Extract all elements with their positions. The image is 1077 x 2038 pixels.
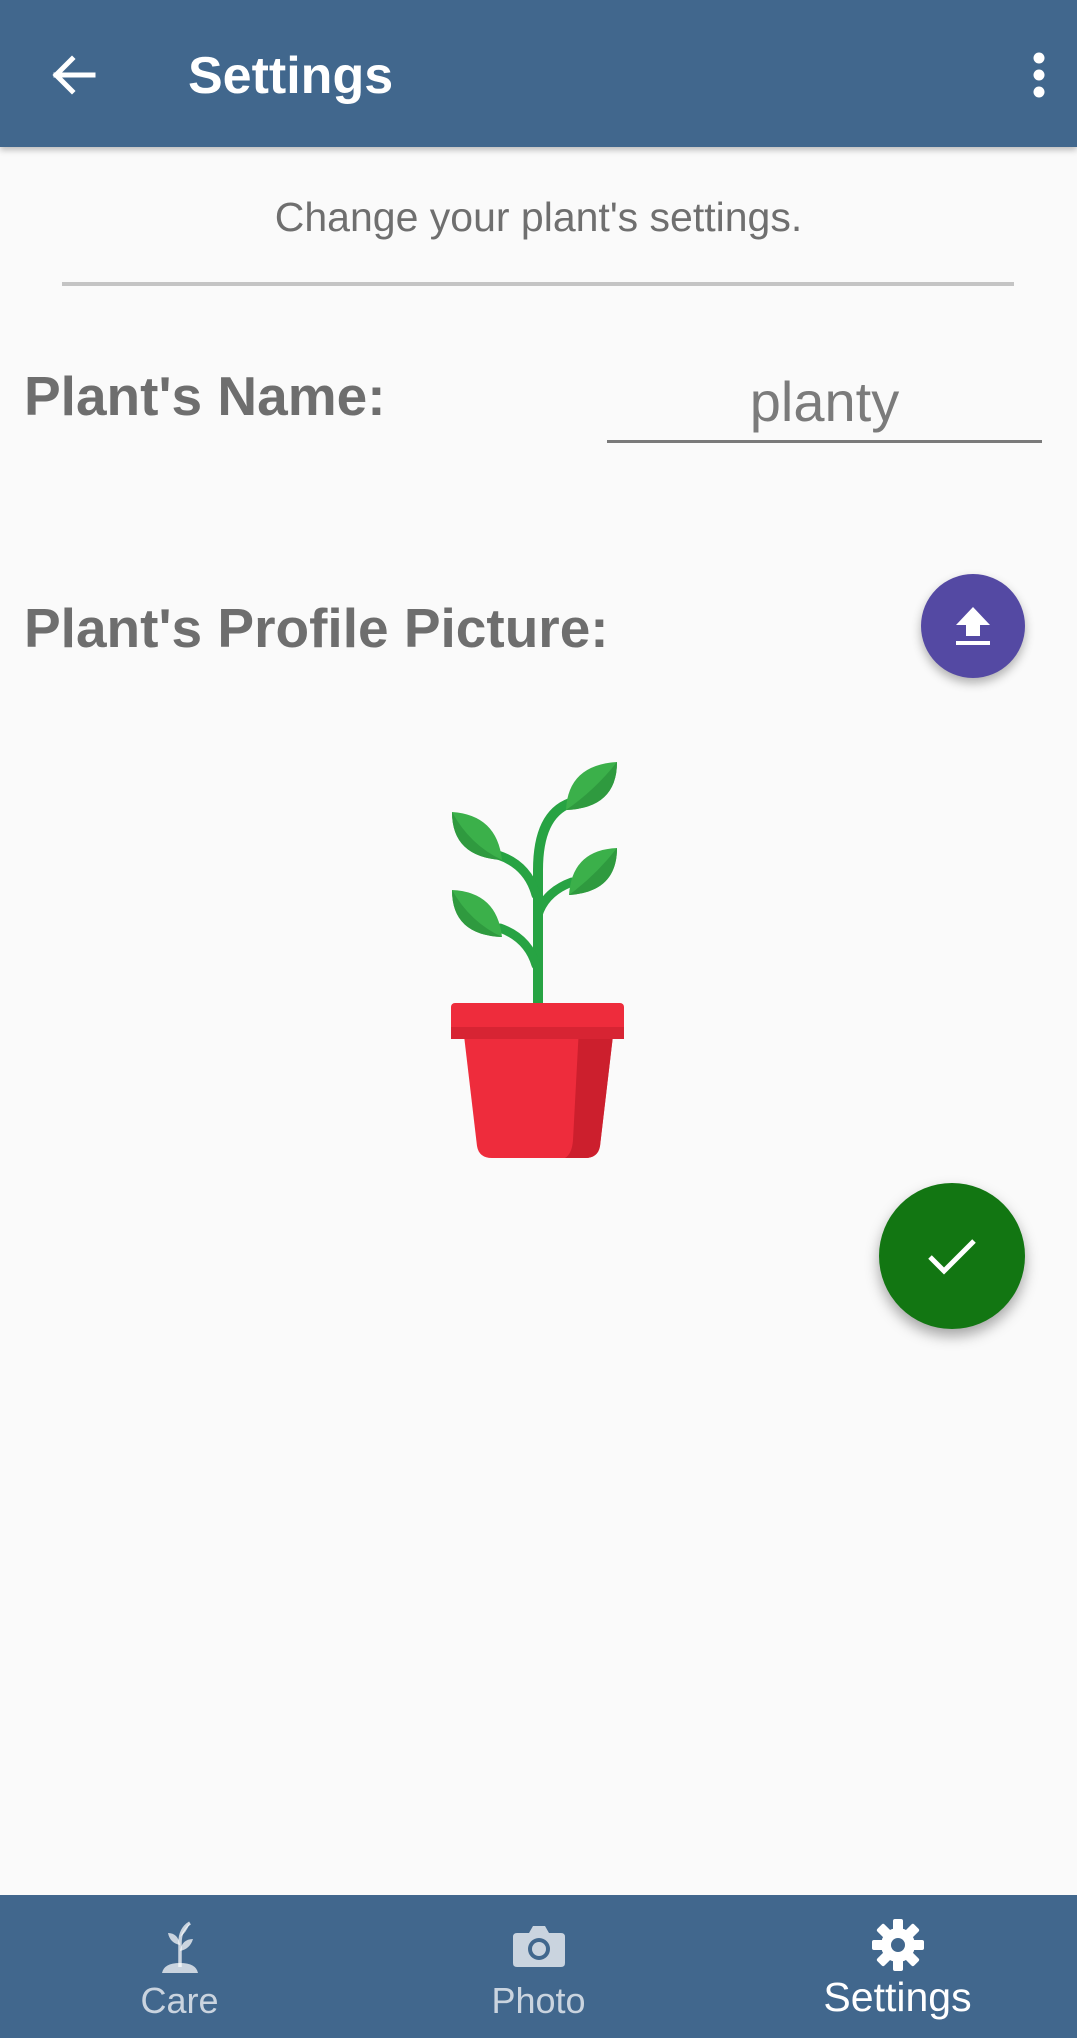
plant-name-label: Plant's Name: [24,365,386,427]
camera-icon [512,1926,565,1967]
nav-label-settings: Settings [823,1974,972,2020]
nav-label-photo: Photo [491,1980,586,2021]
profile-picture-label: Plant's Profile Picture: [24,597,609,659]
sprout-icon [161,1921,198,1973]
plant-name-input[interactable] [607,362,1042,440]
overflow-menu-button[interactable] [1019,45,1059,105]
arrow-left-icon [52,55,96,95]
more-vertical-icon [1033,52,1045,98]
upload-icon [956,607,990,645]
nav-item-photo[interactable]: Photo [359,1895,718,2038]
app-bar: Settings [0,0,1077,147]
gear-icon [871,1919,924,1971]
plant-name-field[interactable] [607,362,1042,443]
check-icon [928,1239,976,1275]
divider [62,282,1014,286]
confirm-button[interactable] [879,1183,1025,1329]
nav-item-care[interactable]: Care [0,1895,359,2038]
nav-item-settings[interactable]: Settings [718,1895,1077,2038]
settings-subtitle: Change your plant's settings. [274,194,803,240]
nav-label-care: Care [140,1980,219,2021]
bottom-navigation: Care Photo Settings [0,1895,1077,2038]
plant-profile-image [451,762,624,1158]
page-title: Settings [188,47,394,105]
back-button[interactable] [38,45,108,105]
upload-picture-button[interactable] [921,574,1025,678]
